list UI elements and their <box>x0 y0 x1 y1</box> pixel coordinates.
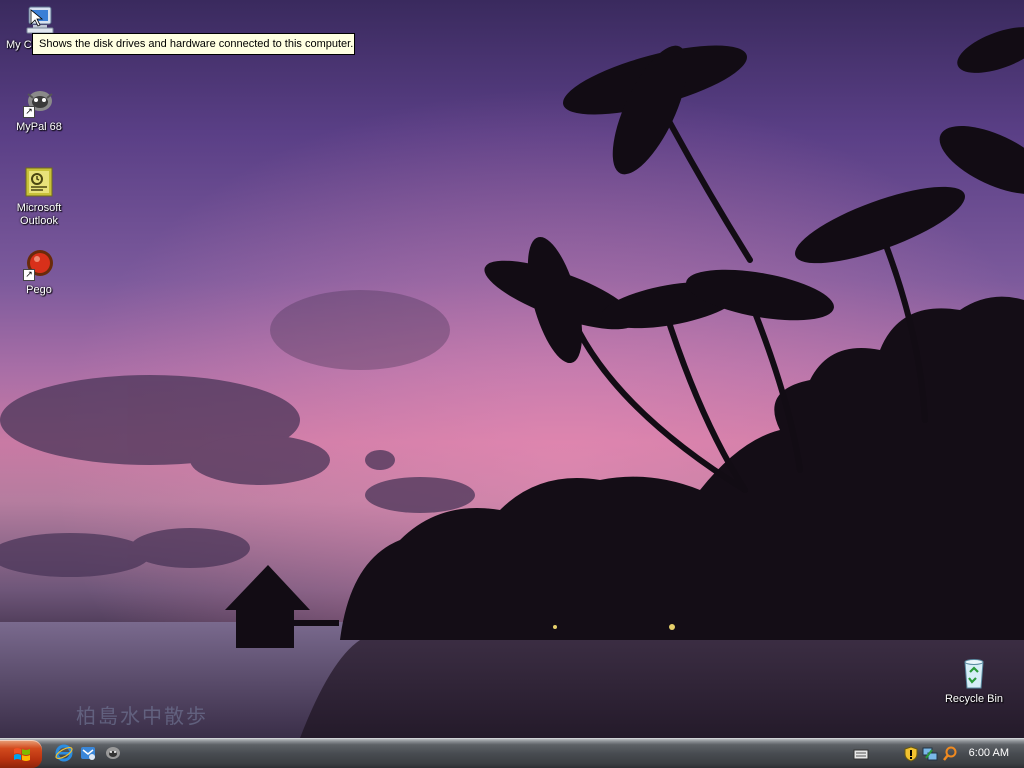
shortcut-arrow-icon: ↗ <box>23 269 35 281</box>
search-icon[interactable] <box>942 746 958 762</box>
desktop-icon-label: MyPal 68 <box>16 121 62 133</box>
internet-explorer-icon[interactable] <box>55 744 73 762</box>
start-button[interactable] <box>0 740 42 768</box>
desktop[interactable]: 柏島水中散歩 My Co ↗ MyPal 68 Microsoft Outloo… <box>0 0 1024 738</box>
desktop-icon-label: Recycle Bin <box>944 693 1004 705</box>
mypal-icon[interactable] <box>104 744 122 762</box>
desktop-icon-pego[interactable]: ↗ Pego <box>2 249 76 297</box>
windows-flag-icon <box>14 748 30 761</box>
outlook-express-icon[interactable] <box>79 744 97 762</box>
taskbar-clock[interactable]: 6:00 AM <box>969 747 1009 759</box>
tooltip: Shows the disk drives and hardware conne… <box>32 33 355 55</box>
outlook-icon <box>23 167 55 199</box>
pego-icon: ↗ <box>23 249 55 281</box>
desktop-icon-outlook[interactable]: Microsoft Outlook <box>2 167 76 228</box>
desktop-icon-label: Pego <box>26 284 52 296</box>
mypal-icon: ↗ <box>23 86 55 118</box>
system-tray: 6:00 AM <box>848 739 1024 768</box>
keyboard-icon[interactable] <box>853 746 869 762</box>
wallpaper-watermark: 柏島水中散歩 <box>76 704 208 728</box>
shortcut-arrow-icon: ↗ <box>23 106 35 118</box>
wallpaper-image <box>0 0 1024 738</box>
my-computer-icon <box>23 4 55 36</box>
taskbar[interactable]: 6:00 AM <box>0 738 1024 768</box>
desktop-icon-label: Microsoft Outlook <box>16 202 62 227</box>
desktop-icon-recycle-bin[interactable]: Recycle Bin <box>937 658 1011 706</box>
desktop-icon-mypal[interactable]: ↗ MyPal 68 <box>2 86 76 134</box>
recycle-bin-icon <box>958 658 990 690</box>
network-icon[interactable] <box>922 746 938 762</box>
security-shield-icon[interactable] <box>903 746 919 762</box>
